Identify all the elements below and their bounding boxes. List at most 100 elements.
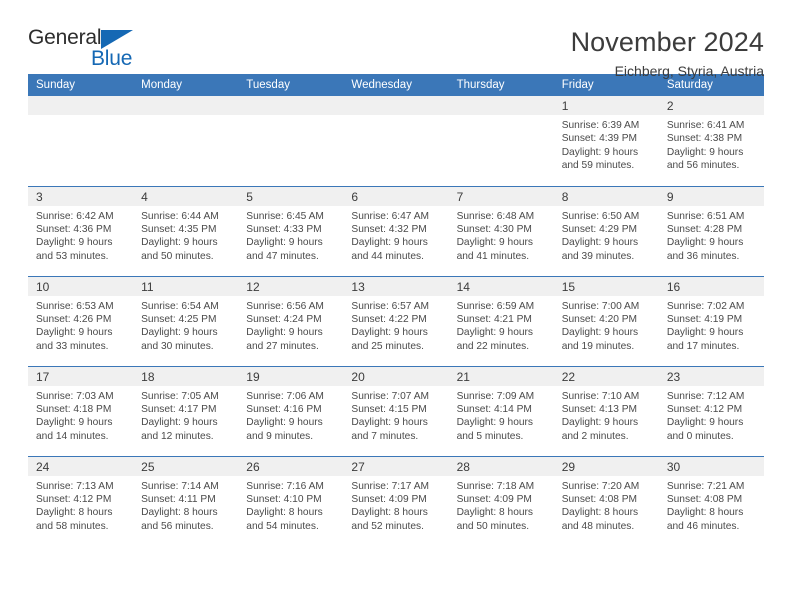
info-line-sunrise: Sunrise: 6:59 AM	[456, 300, 535, 312]
info-line-sunset: Sunset: 4:24 PM	[246, 313, 322, 325]
info-line-daylight-1: Daylight: 9 hours	[456, 417, 534, 429]
calendar-day-cell[interactable]: 9 Sunrise: 6:51 AM Sunset: 4:28 PM Daylight…	[658, 185, 764, 276]
info-line-daylight-1: Daylight: 9 hours	[246, 237, 323, 249]
calendar-day-cell[interactable]: 15 Sunrise: 7:00 AM Sunset: 4:20 PM Dayligh…	[553, 275, 659, 366]
day-sun-info: Sunrise: 6:56 AM Sunset: 4:24 PM Daylight:…	[238, 296, 343, 354]
info-line-daylight-1: Daylight: 8 hours	[246, 507, 323, 519]
calendar-day-cell[interactable]: 12 Sunrise: 6:56 AM Sunset: 4:24 PM Dayligh…	[238, 275, 344, 366]
day-sun-info: Sunrise: 6:50 AM Sunset: 4:29 PM Daylight:…	[554, 206, 659, 264]
info-line-daylight-1: Daylight: 9 hours	[456, 237, 534, 249]
day-sun-info: Sunrise: 6:42 AM Sunset: 4:36 PM Daylight:…	[28, 206, 133, 264]
calendar-day-cell[interactable]: 7 Sunrise: 6:48 AM Sunset: 4:30 PM Daylight…	[448, 185, 554, 276]
info-line-sunrise: Sunrise: 6:54 AM	[141, 300, 219, 312]
calendar-cell-empty	[343, 96, 449, 186]
info-line-daylight-2: and 30 minutes.	[141, 340, 214, 352]
day-number: 11	[133, 276, 239, 296]
info-line-daylight-1: Daylight: 9 hours	[561, 327, 639, 339]
page-header: General Blue November 2024 Eichberg, Sty…	[28, 0, 764, 79]
calendar-day-cell[interactable]: 28 Sunrise: 7:18 AM Sunset: 4:09 PM Dayligh…	[448, 455, 554, 546]
info-line-sunrise: Sunrise: 6:57 AM	[351, 300, 430, 312]
calendar-day-cell[interactable]: 10 Sunrise: 6:53 AM Sunset: 4:26 PM Dayligh…	[28, 275, 134, 366]
info-line-daylight-2: and 44 minutes.	[351, 250, 424, 262]
calendar-day-cell[interactable]: 29 Sunrise: 7:20 AM Sunset: 4:08 PM Dayligh…	[553, 455, 659, 546]
calendar-day-cell[interactable]: 23 Sunrise: 7:12 AM Sunset: 4:12 PM Dayligh…	[658, 365, 764, 456]
calendar-day-cell[interactable]: 5 Sunrise: 6:45 AM Sunset: 4:33 PM Daylight…	[238, 185, 344, 276]
calendar-day-cell[interactable]: 20 Sunrise: 7:07 AM Sunset: 4:15 PM Dayligh…	[343, 365, 449, 456]
calendar-day-cell[interactable]: 21 Sunrise: 7:09 AM Sunset: 4:14 PM Dayligh…	[448, 365, 554, 456]
day-sun-info: Sunrise: 6:51 AM Sunset: 4:28 PM Daylight:…	[659, 206, 764, 264]
info-line-daylight-2: and 39 minutes.	[561, 250, 635, 262]
info-line-daylight-2: and 22 minutes.	[456, 340, 530, 352]
info-line-sunset: Sunset: 4:28 PM	[666, 223, 743, 235]
info-line-sunset: Sunset: 4:14 PM	[456, 403, 532, 415]
page-title: November 2024	[570, 27, 764, 57]
info-line-sunset: Sunset: 4:12 PM	[36, 493, 112, 505]
calendar-day-cell[interactable]: 24 Sunrise: 7:13 AM Sunset: 4:12 PM Dayligh…	[28, 455, 134, 546]
info-line-sunset: Sunset: 4:09 PM	[351, 493, 427, 505]
calendar-day-cell[interactable]: 3 Sunrise: 6:42 AM Sunset: 4:36 PM Daylight…	[28, 185, 134, 276]
info-line-daylight-2: and 19 minutes.	[561, 340, 635, 352]
info-line-daylight-1: Daylight: 9 hours	[141, 417, 218, 429]
calendar-day-cell[interactable]: 8 Sunrise: 6:50 AM Sunset: 4:29 PM Daylight…	[553, 185, 659, 276]
info-line-daylight-1: Daylight: 9 hours	[351, 417, 428, 429]
calendar-week-row: 17 Sunrise: 7:03 AM Sunset: 4:18 PM Dayligh…	[28, 365, 764, 456]
general-blue-logo[interactable]: General Blue	[28, 26, 148, 72]
calendar-cell-empty	[133, 96, 239, 186]
info-line-sunrise: Sunrise: 7:13 AM	[36, 480, 114, 492]
day-number: 25	[133, 456, 239, 476]
calendar-day-cell[interactable]: 6 Sunrise: 6:47 AM Sunset: 4:32 PM Daylight…	[343, 185, 449, 276]
calendar-day-cell[interactable]: 26 Sunrise: 7:16 AM Sunset: 4:10 PM Dayligh…	[238, 455, 344, 546]
info-line-daylight-2: and 54 minutes.	[246, 520, 319, 532]
calendar-day-cell[interactable]: 22 Sunrise: 7:10 AM Sunset: 4:13 PM Dayligh…	[553, 365, 659, 456]
info-line-daylight-2: and 2 minutes.	[561, 430, 629, 442]
calendar-day-cell[interactable]: 25 Sunrise: 7:14 AM Sunset: 4:11 PM Dayligh…	[133, 455, 239, 546]
day-number: 22	[553, 366, 659, 386]
day-sun-info: Sunrise: 6:45 AM Sunset: 4:33 PM Daylight:…	[238, 206, 343, 264]
info-line-daylight-2: and 56 minutes.	[666, 160, 740, 172]
day-sun-info: Sunrise: 6:39 AM Sunset: 4:39 PM Daylight:…	[554, 115, 659, 173]
day-number: 23	[658, 366, 764, 386]
calendar-day-cell[interactable]: 1 Sunrise: 6:39 AM Sunset: 4:39 PM Daylight…	[553, 96, 659, 186]
info-line-sunrise: Sunrise: 7:10 AM	[561, 390, 640, 402]
calendar-day-cell[interactable]: 19 Sunrise: 7:06 AM Sunset: 4:16 PM Dayligh…	[238, 365, 344, 456]
info-line-daylight-2: and 52 minutes.	[351, 520, 424, 532]
day-number	[133, 96, 239, 115]
day-number: 12	[238, 276, 344, 296]
info-line-daylight-2: and 59 minutes.	[561, 160, 635, 172]
calendar-day-cell[interactable]: 13 Sunrise: 6:57 AM Sunset: 4:22 PM Dayligh…	[343, 275, 449, 366]
info-line-sunset: Sunset: 4:30 PM	[456, 223, 532, 235]
calendar-day-cell[interactable]: 4 Sunrise: 6:44 AM Sunset: 4:35 PM Daylight…	[133, 185, 239, 276]
info-line-sunrise: Sunrise: 7:05 AM	[141, 390, 219, 402]
info-line-daylight-1: Daylight: 9 hours	[666, 417, 744, 429]
calendar-day-cell[interactable]: 16 Sunrise: 7:02 AM Sunset: 4:19 PM Dayligh…	[658, 275, 764, 366]
info-line-daylight-1: Daylight: 9 hours	[666, 327, 744, 339]
info-line-daylight-1: Daylight: 9 hours	[36, 327, 113, 339]
day-sun-info: Sunrise: 6:47 AM Sunset: 4:32 PM Daylight:…	[343, 206, 448, 264]
calendar-day-cell[interactable]: 2 Sunrise: 6:41 AM Sunset: 4:38 PM Daylight…	[658, 96, 764, 186]
info-line-daylight-2: and 48 minutes.	[561, 520, 635, 532]
info-line-sunrise: Sunrise: 7:17 AM	[351, 480, 430, 492]
calendar-body: 1 Sunrise: 6:39 AM Sunset: 4:39 PM Daylight…	[28, 96, 764, 546]
day-sun-info: Sunrise: 7:09 AM Sunset: 4:14 PM Daylight:…	[449, 386, 554, 444]
info-line-sunset: Sunset: 4:35 PM	[141, 223, 217, 235]
calendar-day-cell[interactable]: 30 Sunrise: 7:21 AM Sunset: 4:08 PM Dayligh…	[658, 455, 764, 546]
info-line-daylight-2: and 12 minutes.	[141, 430, 214, 442]
day-number	[343, 96, 449, 115]
info-line-daylight-2: and 41 minutes.	[456, 250, 530, 262]
day-number: 30	[658, 456, 764, 476]
info-line-daylight-2: and 46 minutes.	[666, 520, 740, 532]
calendar-day-cell[interactable]: 17 Sunrise: 7:03 AM Sunset: 4:18 PM Dayligh…	[28, 365, 134, 456]
info-line-daylight-1: Daylight: 9 hours	[561, 417, 639, 429]
info-line-daylight-1: Daylight: 9 hours	[246, 417, 323, 429]
day-sun-info: Sunrise: 7:07 AM Sunset: 4:15 PM Daylight:…	[343, 386, 448, 444]
calendar-day-cell[interactable]: 18 Sunrise: 7:05 AM Sunset: 4:17 PM Dayligh…	[133, 365, 239, 456]
calendar-day-cell[interactable]: 11 Sunrise: 6:54 AM Sunset: 4:25 PM Dayligh…	[133, 275, 239, 366]
info-line-sunrise: Sunrise: 7:14 AM	[141, 480, 219, 492]
info-line-daylight-2: and 53 minutes.	[36, 250, 109, 262]
info-line-daylight-2: and 47 minutes.	[246, 250, 319, 262]
day-number: 6	[343, 186, 449, 206]
info-line-sunset: Sunset: 4:32 PM	[351, 223, 427, 235]
calendar-day-cell[interactable]: 27 Sunrise: 7:17 AM Sunset: 4:09 PM Dayligh…	[343, 455, 449, 546]
info-line-daylight-1: Daylight: 8 hours	[456, 507, 534, 519]
calendar-day-cell[interactable]: 14 Sunrise: 6:59 AM Sunset: 4:21 PM Dayligh…	[448, 275, 554, 366]
